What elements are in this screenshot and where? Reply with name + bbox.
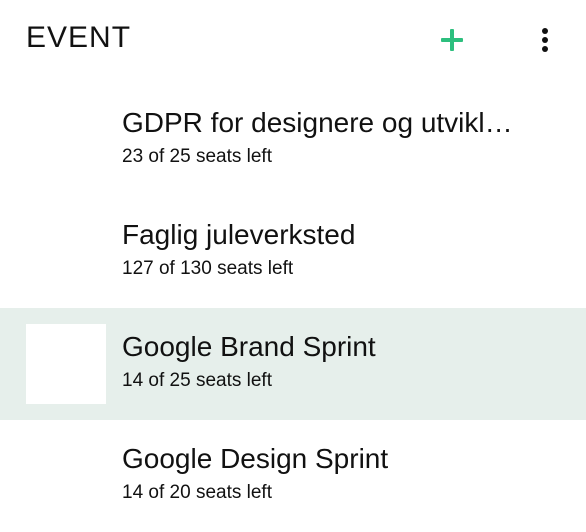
event-list-item[interactable]: Google Design Sprint 14 of 20 seats left xyxy=(0,420,586,532)
event-thumbnail xyxy=(26,212,106,292)
event-list-item[interactable]: Faglig juleverksted 127 of 130 seats lef… xyxy=(0,196,586,308)
more-options-button[interactable] xyxy=(532,24,558,56)
event-seats-left: 14 of 25 seats left xyxy=(122,370,272,391)
event-list-item[interactable]: GDPR for designere og utvikl… 23 of 25 s… xyxy=(0,84,586,196)
event-thumbnail xyxy=(26,100,106,180)
event-title: Google Brand Sprint xyxy=(122,331,376,362)
event-title: GDPR for designere og utvikl… xyxy=(122,107,513,138)
event-title: Faglig juleverksted xyxy=(122,219,356,250)
event-seats-left: 127 of 130 seats left xyxy=(122,258,294,279)
event-seats-left: 14 of 20 seats left xyxy=(122,482,272,503)
event-title: Google Design Sprint xyxy=(122,443,389,474)
more-vertical-icon xyxy=(542,28,548,34)
event-thumbnail xyxy=(26,324,106,404)
event-list: GDPR for designere og utvikl… 23 of 25 s… xyxy=(0,84,586,532)
app-header: EVENT xyxy=(0,0,586,84)
event-thumbnail xyxy=(26,436,106,516)
event-list-item[interactable]: Google Brand Sprint 14 of 25 seats left xyxy=(0,308,586,420)
add-event-button[interactable] xyxy=(436,24,468,56)
app-logo: EVENT xyxy=(26,21,132,54)
event-seats-left: 23 of 25 seats left xyxy=(122,146,272,167)
